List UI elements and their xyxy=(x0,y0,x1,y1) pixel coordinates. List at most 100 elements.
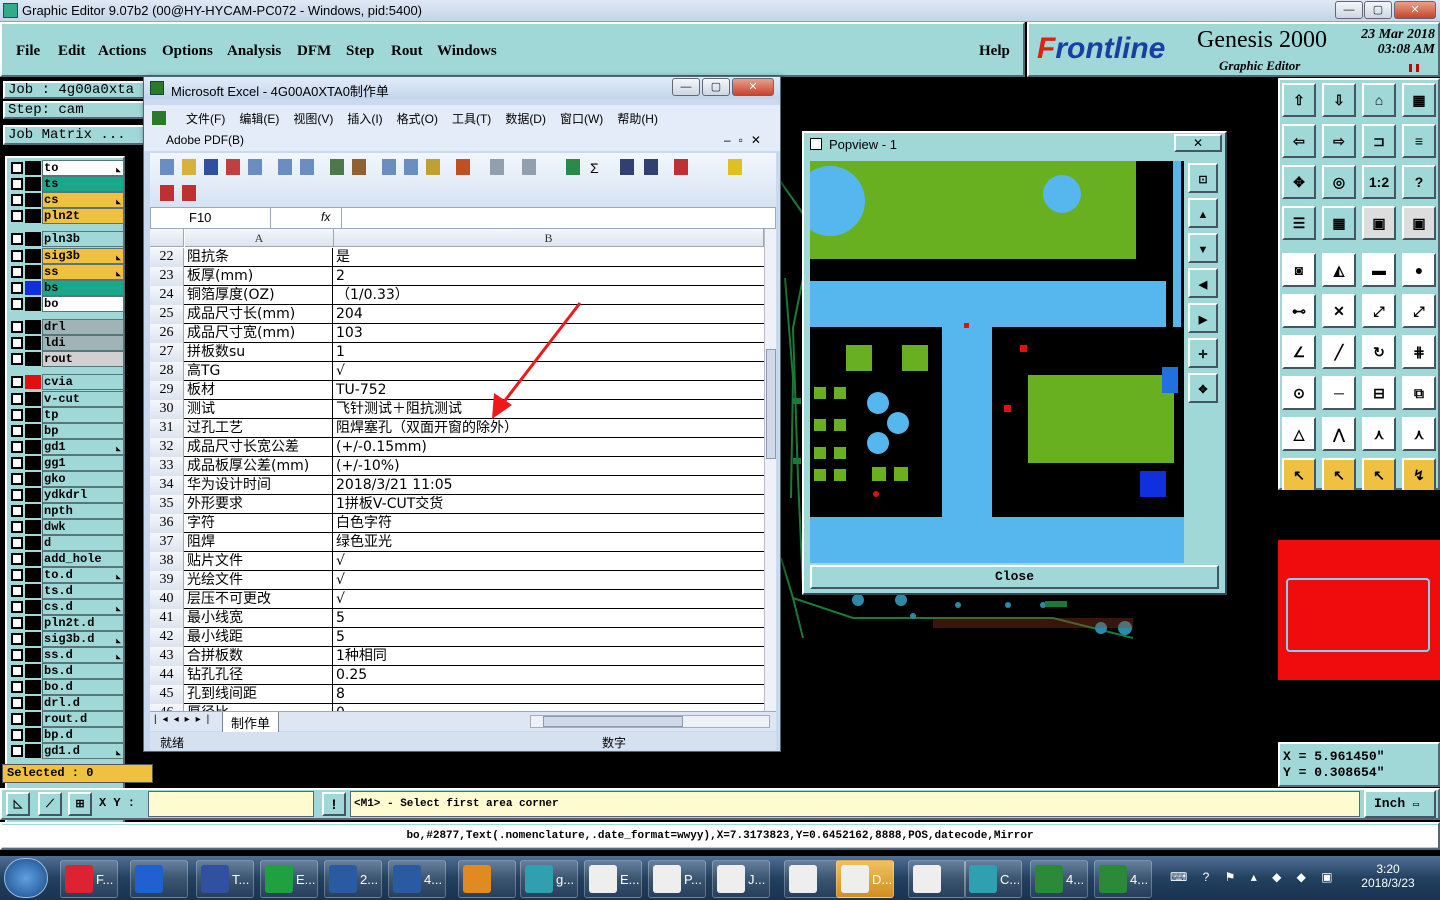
row-number[interactable]: 31 xyxy=(150,419,184,438)
row-number[interactable]: 35 xyxy=(150,495,184,514)
table-row[interactable]: 38 贴片文件 √ xyxy=(150,552,764,571)
taskbar-item[interactable]: D... xyxy=(836,860,894,898)
popview-zoom-out-icon[interactable]: ✥ xyxy=(1188,373,1218,403)
layer-row-cs.d[interactable]: cs.d ◣ xyxy=(7,599,125,615)
cell-a[interactable]: 字符 xyxy=(185,514,333,533)
layer-color-swatch[interactable] xyxy=(25,193,41,207)
layer-checkbox[interactable] xyxy=(11,505,23,517)
table-row[interactable]: 43 合拼板数 1种相同 xyxy=(150,647,764,666)
rotate-icon[interactable]: ↻ xyxy=(1362,335,1396,369)
cell-a[interactable]: 高TG xyxy=(185,362,333,381)
row-number[interactable]: 37 xyxy=(150,533,184,552)
layer-color-swatch[interactable] xyxy=(25,424,41,438)
layer-checkbox[interactable] xyxy=(11,633,23,645)
start-button[interactable] xyxy=(4,858,48,898)
grid-icon[interactable]: ⊞ xyxy=(68,792,92,816)
hash-icon[interactable]: ⋕ xyxy=(1402,335,1436,369)
vertical-scrollbar[interactable] xyxy=(764,229,776,711)
select-all-corner[interactable] xyxy=(150,229,184,247)
layer-name[interactable]: bo xyxy=(42,296,124,312)
cell-b[interactable]: 白色字符 xyxy=(334,514,754,533)
layer-color-swatch[interactable] xyxy=(25,648,41,662)
layer-row-rout.d[interactable]: rout.d xyxy=(7,711,125,727)
layer-row-cvia[interactable]: cvia xyxy=(7,374,125,390)
cell-a[interactable]: 外形要求 xyxy=(185,495,333,514)
layer-color-swatch[interactable] xyxy=(25,392,41,406)
layer-row-gko[interactable]: gko xyxy=(7,471,125,487)
row-number[interactable]: 42 xyxy=(150,628,184,647)
table-row[interactable]: 42 最小线距 5 xyxy=(150,628,764,647)
layer-name[interactable]: d xyxy=(42,535,124,551)
layer-row-sig3b[interactable]: sig3b ◣ xyxy=(7,248,125,264)
layer-color-swatch[interactable] xyxy=(25,664,41,678)
row-number[interactable]: 29 xyxy=(150,381,184,400)
cell-b[interactable]: 2 xyxy=(334,267,754,286)
name-box[interactable]: F10 xyxy=(151,208,271,228)
table-row[interactable]: 24 铜箔厚度(OZ) （1/0.33） xyxy=(150,286,764,305)
row-number[interactable]: 45 xyxy=(150,685,184,704)
layer-name[interactable]: dwk xyxy=(42,519,124,535)
scroll-thumb[interactable] xyxy=(766,349,776,459)
taskbar-item[interactable]: 4... xyxy=(388,860,446,898)
layer-color-swatch[interactable] xyxy=(25,161,41,175)
bracket-icon[interactable]: ⊐ xyxy=(1362,124,1396,158)
layer-row-ts.d[interactable]: ts.d xyxy=(7,583,125,599)
layer-row-v-cut[interactable]: v-cut xyxy=(7,391,125,407)
layer-row-to.d[interactable]: to.d ◣ xyxy=(7,567,125,583)
taskbar-item[interactable]: P... xyxy=(648,860,706,898)
cell-a[interactable]: 贴片文件 xyxy=(185,552,333,571)
menu-edit[interactable]: Edit xyxy=(58,43,86,60)
taskbar-item[interactable]: E... xyxy=(260,860,318,898)
layer-row-bo.d[interactable]: bo.d xyxy=(7,679,125,695)
layer-color-swatch[interactable] xyxy=(25,177,41,191)
excel-menu-item[interactable]: 插入(I) xyxy=(347,110,382,127)
layer-row-ldi[interactable]: ldi xyxy=(7,335,125,351)
excel-menu-item[interactable]: 格式(O) xyxy=(397,110,438,127)
cell-a[interactable]: 层压不可更改 xyxy=(185,590,333,609)
layer-checkbox[interactable] xyxy=(11,745,23,757)
copy-icon[interactable]: ⧉ xyxy=(1402,376,1436,410)
move-up-icon[interactable]: ⇧ xyxy=(1282,83,1316,117)
layer-checkbox[interactable] xyxy=(11,178,23,190)
triangle-icon[interactable]: △ xyxy=(1282,417,1316,451)
menu-actions[interactable]: Actions xyxy=(98,43,146,60)
worksheet-grid[interactable]: A B 22 阻抗条是 23 板厚(mm) 2 24 铜箔厚度(OZ) （1/0.33） 25 成… xyxy=(150,229,764,711)
row-number[interactable]: 36 xyxy=(150,514,184,533)
row-number[interactable]: 33 xyxy=(150,457,184,476)
fit-view-icon[interactable]: ✥ xyxy=(1282,165,1316,199)
layer-checkbox[interactable] xyxy=(11,601,23,613)
table-row[interactable]: 27 拼板数su 1 xyxy=(150,343,764,362)
taskbar-item[interactable]: E... xyxy=(584,860,642,898)
layer-checkbox[interactable] xyxy=(11,298,23,310)
ruler-icon[interactable]: ▬ xyxy=(1362,253,1396,287)
pad-icon[interactable]: ◙ xyxy=(1282,253,1316,287)
layer-checkbox[interactable] xyxy=(11,585,23,597)
cell-a[interactable]: 最小线距 xyxy=(185,628,333,647)
layer-checkbox[interactable] xyxy=(11,162,23,174)
layer-name[interactable]: gd1.d ◣ xyxy=(42,743,124,759)
cell-b[interactable]: 5 xyxy=(334,609,754,628)
layer-color-swatch[interactable] xyxy=(25,472,41,486)
table-row[interactable]: 39 光绘文件 √ xyxy=(150,571,764,590)
layer-checkbox[interactable] xyxy=(11,409,23,421)
layer-color-swatch[interactable] xyxy=(25,375,41,389)
layer-color-swatch[interactable] xyxy=(25,584,41,598)
table-row[interactable]: 28 高TG √ xyxy=(150,362,764,381)
popview-canvas[interactable] xyxy=(810,161,1184,563)
layer-name[interactable]: pln3b xyxy=(42,231,124,247)
layer-row-d[interactable]: d xyxy=(7,535,125,551)
layer-name[interactable]: to ◣ xyxy=(42,160,124,176)
row-number[interactable]: 26 xyxy=(150,324,184,343)
taskbar-item[interactable] xyxy=(130,860,188,898)
pause-icon[interactable] xyxy=(1409,64,1419,72)
cell-a[interactable]: 拼板数su xyxy=(185,343,333,362)
taskbar-item[interactable] xyxy=(458,860,516,898)
popview-close-x[interactable]: ✕ xyxy=(1174,134,1222,152)
peak-icon[interactable]: ⋀ xyxy=(1322,417,1356,451)
red-select-icon[interactable]: ▣ xyxy=(1362,206,1396,240)
layer-name[interactable]: sig3b ◣ xyxy=(42,248,124,264)
menu-step[interactable]: Step xyxy=(346,43,374,60)
settings-icon[interactable]: ☰ xyxy=(1282,206,1316,240)
layer-color-swatch[interactable] xyxy=(25,320,41,334)
layer-row-pln3b[interactable]: pln3b xyxy=(7,231,125,247)
